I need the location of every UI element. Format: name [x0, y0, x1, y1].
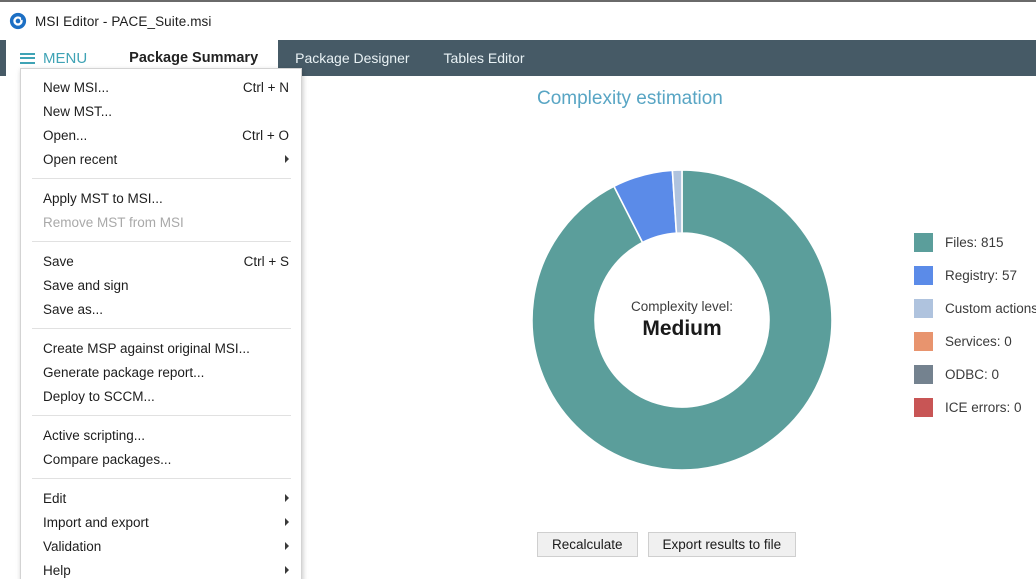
menu-item-label: Create MSP against original MSI... [43, 340, 250, 356]
complexity-donut-chart: Complexity level: Medium [532, 170, 832, 470]
menu-item-label: New MSI... [43, 79, 110, 95]
legend-item-files[interactable]: Files: 815 [914, 226, 1036, 259]
menu-item-edit[interactable]: Edit [21, 486, 301, 510]
submenu-arrow-icon [285, 155, 289, 163]
menu-item-new-msi[interactable]: New MSI... Ctrl + N [21, 75, 301, 99]
menu-item-open[interactable]: Open... Ctrl + O [21, 123, 301, 147]
legend-swatch-icon [914, 365, 933, 384]
legend-label: Custom actions: [945, 301, 1036, 316]
menu-item-label: Active scripting... [43, 427, 146, 443]
menu-item-label: Validation [43, 538, 102, 554]
submenu-arrow-icon [285, 542, 289, 550]
legend-label: Registry: 57 [945, 268, 1018, 283]
menu-item-remove-mst-from-msi: Remove MST from MSI [21, 210, 301, 234]
menu-item-generate-package-report[interactable]: Generate package report... [21, 360, 301, 384]
export-results-button[interactable]: Export results to file [647, 532, 797, 557]
legend-swatch-icon [914, 332, 933, 351]
tab-label: Package Summary [129, 50, 259, 66]
pace-suite-logo-icon [9, 12, 27, 30]
legend-label: ICE errors: 0 [945, 400, 1022, 415]
menu-item-shortcut: Ctrl + S [243, 253, 289, 269]
legend-swatch-icon [914, 299, 933, 318]
legend-item-registry[interactable]: Registry: 57 [914, 259, 1036, 292]
legend-label: Services: 0 [945, 334, 1012, 349]
window-title: MSI Editor - PACE_Suite.msi [35, 13, 212, 29]
menu-item-label: Open... [43, 127, 88, 143]
donut-svg [532, 170, 832, 470]
main-menu-dropdown[interactable]: New MSI... Ctrl + N New MST... Open... Ctrl … [20, 68, 302, 579]
menu-item-new-mst[interactable]: New MST... [21, 99, 301, 123]
menu-separator [32, 241, 291, 242]
legend-label: Files: 815 [945, 235, 1004, 250]
menu-item-save-as[interactable]: Save as... [21, 297, 301, 321]
menu-item-label: Import and export [43, 514, 149, 530]
menu-item-deploy-to-sccm[interactable]: Deploy to SCCM... [21, 384, 301, 408]
menu-separator [32, 478, 291, 479]
menu-item-open-recent[interactable]: Open recent [21, 147, 301, 171]
hamburger-icon [20, 52, 35, 64]
menu-item-validation[interactable]: Validation [21, 534, 301, 558]
menu-item-active-scripting[interactable]: Active scripting... [21, 423, 301, 447]
legend-item-ice-errors[interactable]: ICE errors: 0 [914, 391, 1036, 424]
menu-item-label: Compare packages... [43, 451, 172, 467]
menu-item-label: Save as... [43, 301, 104, 317]
title-bar: MSI Editor - PACE_Suite.msi [0, 0, 1036, 40]
legend-swatch-icon [914, 233, 933, 252]
menu-item-compare-packages[interactable]: Compare packages... [21, 447, 301, 471]
menu-separator [32, 178, 291, 179]
chart-legend: Files: 815 Registry: 57 Custom actions: … [914, 226, 1036, 424]
menu-item-shortcut: Ctrl + N [242, 79, 289, 95]
menu-item-label: Edit [43, 490, 67, 506]
legend-item-services[interactable]: Services: 0 [914, 325, 1036, 358]
menu-item-label: Apply MST to MSI... [43, 190, 163, 206]
submenu-arrow-icon [285, 494, 289, 502]
menu-item-import-and-export[interactable]: Import and export [21, 510, 301, 534]
menu-item-label: Save and sign [43, 277, 129, 293]
legend-swatch-icon [914, 398, 933, 417]
submenu-arrow-icon [285, 566, 289, 574]
menu-separator [32, 415, 291, 416]
recalculate-button[interactable]: Recalculate [537, 532, 638, 557]
menu-item-save[interactable]: Save Ctrl + S [21, 249, 301, 273]
menu-item-shortcut: Ctrl + O [242, 127, 289, 143]
msi-editor-window: MSI Editor - PACE_Suite.msi MENU Package… [0, 0, 1036, 579]
legend-item-odbc[interactable]: ODBC: 0 [914, 358, 1036, 391]
legend-swatch-icon [914, 266, 933, 285]
legend-label: ODBC: 0 [945, 367, 1000, 382]
menu-item-apply-mst-to-msi[interactable]: Apply MST to MSI... [21, 186, 301, 210]
page-title: Complexity estimation [537, 88, 723, 109]
menu-item-label: Deploy to SCCM... [43, 388, 155, 404]
legend-item-custom-actions[interactable]: Custom actions: [914, 292, 1036, 325]
submenu-arrow-icon [285, 518, 289, 526]
tab-label: Package Designer [295, 50, 410, 66]
menu-item-create-msp-against-original-msi[interactable]: Create MSP against original MSI... [21, 336, 301, 360]
tab-label: Tables Editor [443, 50, 525, 66]
menu-button-label: MENU [43, 49, 88, 67]
menu-item-label: New MST... [43, 103, 113, 119]
action-buttons: Recalculate Export results to file [537, 532, 806, 557]
tab-tables-editor[interactable]: Tables Editor [427, 40, 542, 76]
menu-item-label: Generate package report... [43, 364, 205, 380]
menu-item-save-and-sign[interactable]: Save and sign [21, 273, 301, 297]
menu-item-label: Help [43, 562, 71, 578]
menu-separator [32, 328, 291, 329]
menu-item-label: Save [43, 253, 74, 269]
menu-item-label: Open recent [43, 151, 118, 167]
menu-item-help[interactable]: Help [21, 558, 301, 579]
menu-item-label: Remove MST from MSI [43, 214, 184, 230]
